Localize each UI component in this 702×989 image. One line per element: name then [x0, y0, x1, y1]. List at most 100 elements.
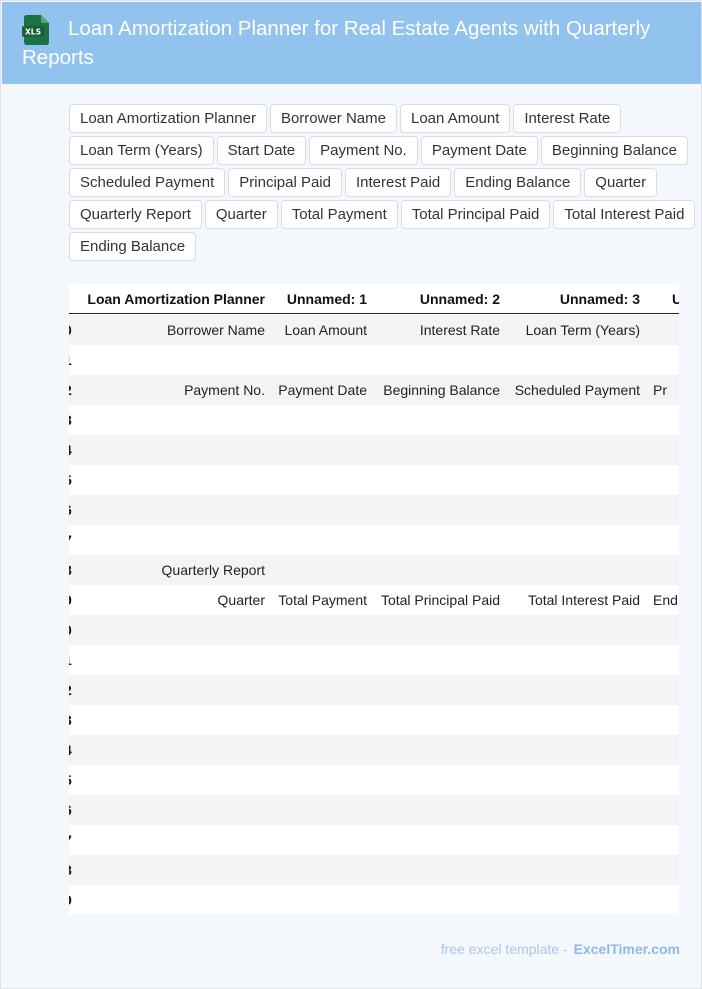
table-cell[interactable] — [504, 825, 640, 855]
table-cell[interactable] — [69, 735, 265, 765]
table-cell[interactable] — [371, 795, 500, 825]
table-cell[interactable] — [504, 405, 640, 435]
table-cell[interactable] — [269, 555, 367, 585]
table-cell[interactable]: Total Interest Paid — [504, 585, 640, 615]
table-row[interactable]: 6 — [69, 795, 679, 825]
table-cell[interactable] — [269, 825, 367, 855]
table-cell[interactable] — [504, 345, 640, 375]
table-cell[interactable] — [269, 495, 367, 525]
table-cell[interactable] — [504, 495, 640, 525]
column-tag[interactable]: Ending Balance — [454, 168, 582, 197]
table-cell[interactable] — [69, 885, 265, 915]
table-row[interactable]: 7 — [69, 525, 679, 555]
column-tag[interactable]: Quarterly Report — [69, 200, 202, 229]
table-cell[interactable] — [504, 435, 640, 465]
table-row[interactable]: 3 — [69, 705, 679, 735]
table-cell[interactable]: Total Payment — [269, 585, 367, 615]
table-cell[interactable] — [69, 765, 265, 795]
table-cell[interactable] — [371, 615, 500, 645]
column-tag[interactable]: Loan Amount — [399, 104, 511, 133]
column-tag[interactable]: Payment Date — [420, 136, 538, 165]
table-row[interactable]: 6 — [69, 495, 679, 525]
table-row[interactable]: 7 — [69, 825, 679, 855]
table-cell[interactable] — [269, 345, 367, 375]
table-cell[interactable] — [371, 345, 500, 375]
column-tag[interactable]: Interest Rate — [513, 104, 622, 133]
table-cell[interactable] — [504, 885, 640, 915]
column-tag[interactable]: Beginning Balance — [540, 136, 688, 165]
table-cell[interactable]: Beginning Balance — [371, 375, 500, 405]
table-cell[interactable] — [504, 705, 640, 735]
footer-brand-link[interactable]: ExcelTimer.com — [574, 941, 680, 957]
column-tag[interactable]: Ending Balance — [69, 232, 197, 261]
table-cell[interactable] — [504, 555, 640, 585]
table-cell[interactable] — [269, 705, 367, 735]
column-tag[interactable]: Payment No. — [309, 136, 418, 165]
table-cell[interactable] — [371, 555, 500, 585]
table-cell[interactable] — [69, 435, 265, 465]
table-cell[interactable] — [69, 795, 265, 825]
table-cell[interactable] — [371, 645, 500, 675]
column-header[interactable]: U — [672, 284, 679, 314]
table-cell[interactable] — [371, 735, 500, 765]
column-header[interactable]: Unnamed: 3 — [549, 284, 640, 314]
table-cell[interactable]: Borrower Name — [69, 315, 265, 345]
table-cell[interactable] — [504, 645, 640, 675]
table-cell[interactable] — [269, 735, 367, 765]
table-cell[interactable] — [69, 495, 265, 525]
table-cell[interactable] — [269, 885, 367, 915]
table-cell[interactable] — [69, 645, 265, 675]
column-header[interactable]: Loan Amortization Planner — [69, 284, 265, 314]
column-tag[interactable]: Total Interest Paid — [553, 200, 696, 229]
column-header[interactable]: Unnamed: 2 — [409, 284, 500, 314]
table-cell[interactable] — [371, 675, 500, 705]
table-cell[interactable] — [269, 675, 367, 705]
column-tag[interactable]: Quarter — [584, 168, 658, 197]
table-cell[interactable] — [371, 765, 500, 795]
table-cell[interactable] — [504, 735, 640, 765]
table-row[interactable]: 5 — [69, 465, 679, 495]
table-row[interactable]: 8 — [69, 855, 679, 885]
table-cell[interactable]: Scheduled Payment — [504, 375, 640, 405]
table-cell[interactable] — [269, 405, 367, 435]
table-cell[interactable] — [504, 855, 640, 885]
table-cell[interactable] — [69, 825, 265, 855]
table-row[interactable]: 0Borrower NameLoan AmountInterest RateLo… — [69, 315, 679, 345]
table-cell[interactable] — [269, 765, 367, 795]
table-cell[interactable] — [504, 615, 640, 645]
column-tag[interactable]: Interest Paid — [344, 168, 452, 197]
table-cell[interactable] — [371, 885, 500, 915]
table-cell[interactable]: Loan Term (Years) — [504, 315, 640, 345]
table-cell[interactable] — [69, 615, 265, 645]
table-row[interactable]: 1 — [69, 345, 679, 375]
table-cell[interactable] — [371, 825, 500, 855]
table-row[interactable]: 0 — [69, 615, 679, 645]
table-cell[interactable] — [69, 465, 265, 495]
table-cell[interactable] — [504, 465, 640, 495]
table-cell[interactable] — [371, 525, 500, 555]
table-cell[interactable] — [371, 495, 500, 525]
table-cell[interactable]: Interest Rate — [371, 315, 500, 345]
table-cell[interactable] — [269, 435, 367, 465]
column-tag[interactable]: Principal Paid — [228, 168, 342, 197]
table-cell[interactable]: Pr — [653, 375, 667, 405]
table-cell[interactable] — [504, 675, 640, 705]
table-cell[interactable] — [504, 795, 640, 825]
table-row[interactable]: 8Quarterly Report — [69, 555, 679, 585]
table-cell[interactable] — [69, 405, 265, 435]
table-cell[interactable] — [269, 645, 367, 675]
table-row[interactable]: 1 — [69, 645, 679, 675]
table-cell[interactable] — [371, 465, 500, 495]
table-cell[interactable]: Quarterly Report — [69, 555, 265, 585]
table-row[interactable]: 9QuarterTotal PaymentTotal Principal Pai… — [69, 585, 679, 615]
table-cell[interactable] — [371, 435, 500, 465]
table-cell[interactable]: Total Principal Paid — [371, 585, 500, 615]
table-cell[interactable] — [69, 345, 265, 375]
table-cell[interactable] — [269, 615, 367, 645]
table-row[interactable]: 9 — [69, 885, 679, 915]
column-tag[interactable]: Borrower Name — [269, 104, 397, 133]
table-cell[interactable] — [69, 705, 265, 735]
table-cell[interactable] — [269, 465, 367, 495]
table-row[interactable]: 4 — [69, 735, 679, 765]
data-table[interactable]: Loan Amortization Planner Unnamed: 1 Unnam… — [69, 284, 679, 915]
